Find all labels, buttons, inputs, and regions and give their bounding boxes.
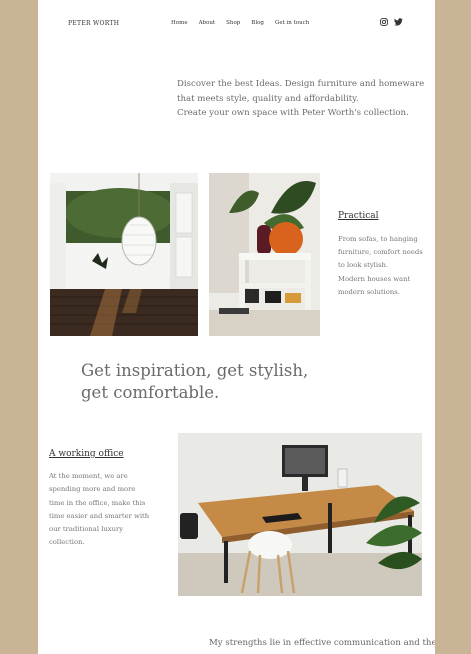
practical-line: Modern houses want	[338, 274, 411, 283]
practical-text: From sofas, to hanging furniture, comfor…	[338, 233, 428, 299]
porch-hanging-chair-image	[50, 173, 198, 336]
nav-blog[interactable]: Blog	[251, 20, 264, 26]
working-office-text: At the moment, we are spending more and …	[49, 470, 159, 550]
intro-line: that meets style, quality and affordabil…	[177, 93, 359, 104]
nav-shop[interactable]: Shop	[226, 20, 240, 26]
intro-line: Create your own space with Peter Worth's…	[177, 108, 409, 118]
practical-line: furniture, comfort needs	[338, 248, 423, 257]
nav-get-in-touch[interactable]: Get in touch	[275, 20, 309, 26]
practical-line: From sofas, to hanging	[338, 235, 418, 243]
office-line: our traditional luxury	[49, 525, 124, 534]
nav-menu: Home About Shop Blog Get in touch	[171, 20, 309, 26]
nav-home[interactable]: Home	[171, 20, 188, 26]
intro-line: Discover the best Ideas. Design furnitur…	[177, 79, 425, 89]
practical-line: to look stylish.	[338, 261, 389, 270]
working-office-heading[interactable]: A working office	[49, 449, 124, 459]
twitter-icon[interactable]	[394, 18, 403, 26]
page: PETER WORTH Home About Shop Blog Get in …	[38, 0, 435, 654]
headline-line: get comfortable.	[81, 383, 220, 402]
office-line: At the moment, we are	[49, 472, 128, 480]
office-line: time in the office, make this	[49, 498, 146, 507]
instagram-icon[interactable]	[380, 18, 388, 26]
office-desk-image	[178, 433, 422, 596]
social-links	[380, 18, 403, 26]
inspiration-headline: Get inspiration, get stylish, get comfor…	[81, 360, 308, 404]
office-line: collection.	[49, 538, 85, 547]
shelf-plants-image	[209, 173, 320, 336]
top-navigation: PETER WORTH Home About Shop Blog Get in …	[38, 0, 435, 48]
practical-heading[interactable]: Practical	[338, 211, 379, 221]
headline-line: Get inspiration, get stylish,	[81, 361, 309, 380]
office-line: time easier and smarter with	[49, 511, 150, 520]
office-line: spending more and more	[49, 485, 136, 494]
intro-text: Discover the best Ideas. Design furnitur…	[177, 77, 425, 121]
strengths-text: My strengths lie in effective communicat…	[209, 638, 435, 648]
nav-about[interactable]: About	[199, 20, 216, 26]
practical-line: modern solutions.	[338, 287, 400, 296]
brand-logo[interactable]: PETER WORTH	[68, 20, 119, 27]
